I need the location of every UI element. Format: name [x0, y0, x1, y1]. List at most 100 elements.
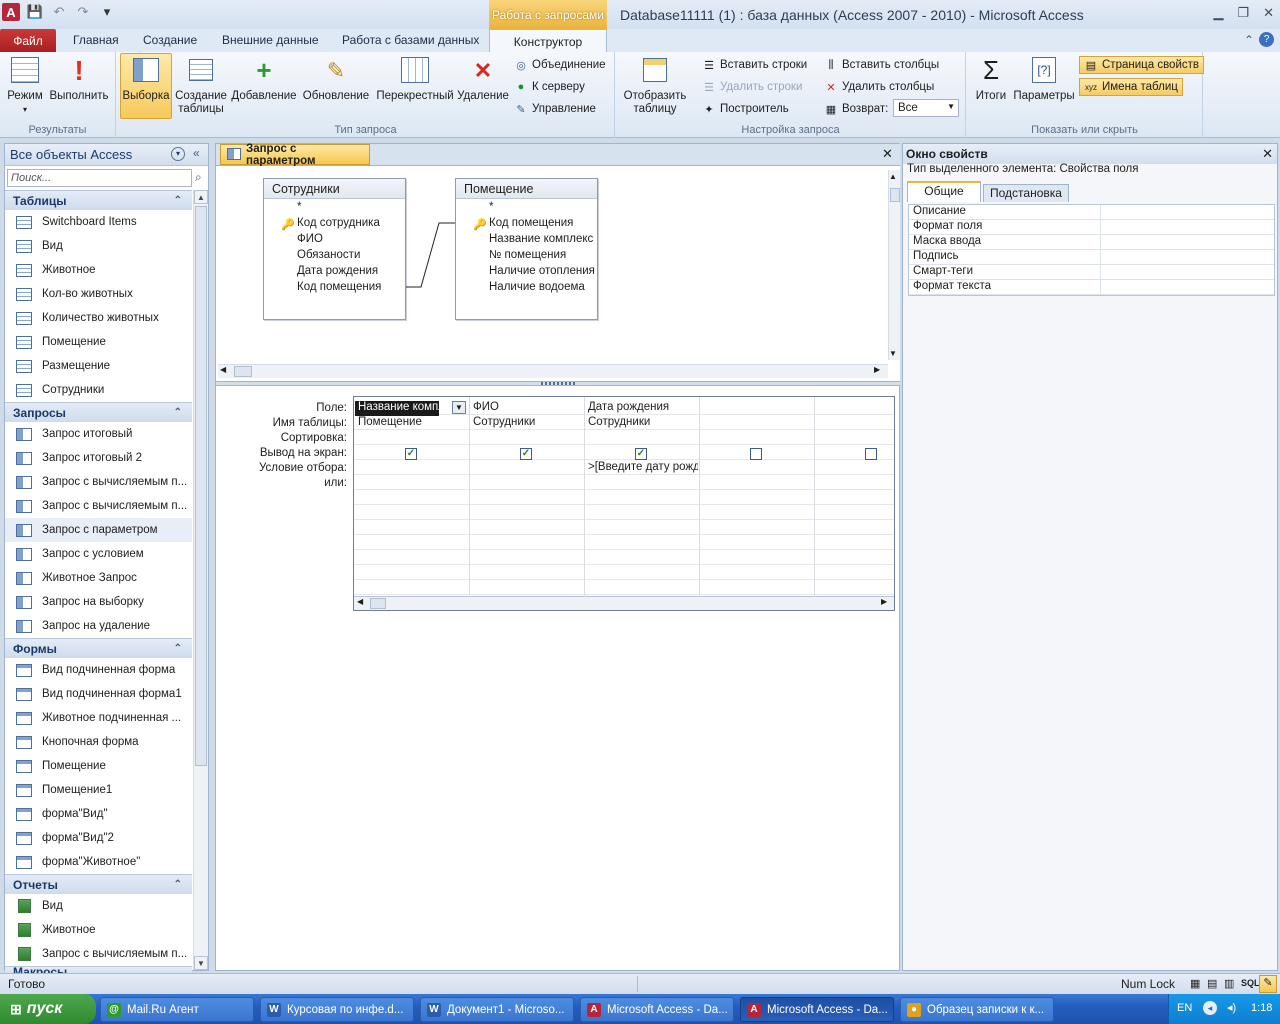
nav-item[interactable]: Запрос с вычисляемым п...	[5, 942, 192, 966]
grid-field-cell[interactable]	[700, 401, 813, 416]
nav-section-header[interactable]: Отчеты ⌃	[5, 874, 192, 894]
nav-section-header[interactable]: Таблицы ⌃	[5, 190, 192, 210]
volume-icon[interactable]: ◂)	[1227, 1001, 1236, 1014]
query-design-grid[interactable]: ◀ ▶ ▼ Название комплеПомещение ✓ ФИОСотрудн…	[353, 396, 895, 611]
nav-item[interactable]: Животное	[5, 258, 192, 282]
grid-criteria-cell[interactable]	[700, 461, 813, 476]
collapse-chevron-icon[interactable]: ⌃	[174, 407, 182, 418]
run-button[interactable]: ! Выполнить	[47, 54, 111, 103]
scroll-down-icon[interactable]: ▼	[889, 349, 897, 358]
nav-item[interactable]: Запрос на выборку	[5, 590, 192, 614]
customize-qat-icon[interactable]: ▾	[98, 3, 116, 21]
nav-item[interactable]: Сотрудники	[5, 378, 192, 402]
scroll-up-icon[interactable]: ▲	[889, 172, 897, 181]
scroll-thumb[interactable]	[195, 206, 207, 766]
design-view-icon[interactable]: ✎	[1259, 975, 1277, 993]
property-row[interactable]: Подпись	[909, 250, 1274, 265]
taskbar-button[interactable]: @ Mail.Ru Агент	[100, 997, 254, 1022]
grid-criteria-cell[interactable]: >[Введите дату рожд	[585, 461, 698, 476]
nav-item[interactable]: Помещение	[5, 754, 192, 778]
search-icon[interactable]: ⌕	[195, 170, 202, 185]
crosstab-query-button[interactable]: Перекрестный	[374, 54, 456, 103]
pass-through-button[interactable]: ● К серверу	[514, 80, 585, 94]
scroll-down-icon[interactable]: ▼	[194, 956, 208, 970]
doc-tab-query[interactable]: Запрос с параметром	[220, 143, 370, 167]
nav-item[interactable]: Запрос на удаление	[5, 614, 192, 638]
pivot-table-icon[interactable]: ▤	[1207, 977, 1217, 990]
redo-icon[interactable]: ↷	[74, 3, 92, 21]
nav-item[interactable]: Запрос итоговый 2	[5, 446, 192, 470]
scroll-thumb[interactable]	[890, 188, 900, 202]
grid-criteria-cell[interactable]	[355, 461, 468, 476]
nav-item[interactable]: Запрос с вычисляемым п...	[5, 494, 192, 518]
mode-button[interactable]: Режим ▾	[3, 54, 47, 116]
grid-field-cell[interactable]: Название компле	[355, 401, 439, 416]
make-table-query-button[interactable]: Создание таблицы	[174, 54, 228, 116]
show-checkbox[interactable]: ✓	[405, 448, 417, 460]
tab-general[interactable]: Общие	[907, 181, 981, 202]
tab-database-tools[interactable]: Работа с базами данных	[342, 33, 479, 47]
collapse-chevron-icon[interactable]: ⌃	[174, 879, 182, 890]
grid-field-cell[interactable]: Дата рождения	[585, 401, 698, 416]
select-query-button[interactable]: Выборка	[120, 53, 172, 119]
nav-item[interactable]: Животное	[5, 918, 192, 942]
taskbar-button[interactable]: W Документ1 - Microso...	[420, 997, 574, 1022]
nav-section-header[interactable]: Формы ⌃	[5, 638, 192, 658]
grid-hscroll[interactable]: ◀ ▶	[354, 596, 894, 610]
collapse-chevron-icon[interactable]: ⌃	[174, 643, 182, 654]
close-doc-icon[interactable]: ✕	[882, 146, 893, 162]
grid-table-cell[interactable]	[700, 416, 813, 431]
scroll-thumb[interactable]	[234, 366, 252, 377]
show-checkbox[interactable]: ✓	[635, 448, 647, 460]
grid-field-cell[interactable]: ФИО	[470, 401, 583, 416]
property-sheet-button[interactable]: ▤ Страница свойств	[1079, 56, 1204, 74]
nav-item[interactable]: Switchboard Items	[5, 210, 192, 234]
nav-item[interactable]: Вид подчиненная форма	[5, 658, 192, 682]
scroll-left-icon[interactable]: ◀	[220, 365, 226, 374]
nav-item[interactable]: Запрос с параметром	[5, 518, 192, 542]
nav-item[interactable]: Вид подчиненная форма1	[5, 682, 192, 706]
table-names-button[interactable]: xyz Имена таблиц	[1079, 78, 1183, 96]
collapse-pane-icon[interactable]: «	[193, 146, 200, 160]
taskbar-button[interactable]: A Microsoft Access - Da...	[580, 997, 734, 1022]
help-icon[interactable]: ?	[1259, 32, 1274, 47]
close-icon[interactable]: ✕	[1262, 146, 1273, 162]
start-button[interactable]: ⊞ пуск	[0, 994, 96, 1024]
grid-table-cell[interactable]: Сотрудники	[470, 416, 583, 431]
nav-item[interactable]: форма"Вид"	[5, 802, 192, 826]
sql-view-button[interactable]: SQL	[1241, 978, 1260, 988]
tab-file[interactable]: Файл	[0, 29, 56, 52]
tab-create[interactable]: Создание	[143, 33, 197, 47]
append-query-button[interactable]: + Добавление	[230, 54, 298, 103]
nav-search-input[interactable]: Поиск... ⌕	[7, 169, 202, 187]
nav-item[interactable]: Кол-во животных	[5, 282, 192, 306]
show-table-button[interactable]: Отобразить таблицу	[620, 54, 690, 116]
nav-item[interactable]: форма"Вид"2	[5, 826, 192, 850]
nav-item[interactable]: Размещение	[5, 354, 192, 378]
tab-external-data[interactable]: Внешние данные	[222, 33, 319, 47]
tray-app-icon[interactable]: ◂	[1203, 1001, 1217, 1015]
update-query-button[interactable]: ✎ Обновление	[300, 54, 372, 103]
union-query-button[interactable]: ◎ Объединение	[514, 58, 605, 72]
insert-columns-button[interactable]: ⫼ Вставить столбцы	[824, 58, 939, 72]
nav-menu-chevron-icon[interactable]: ▾	[171, 147, 185, 161]
nav-item[interactable]: Помещение	[5, 330, 192, 354]
pivot-chart-icon[interactable]: ▥	[1224, 977, 1234, 990]
scroll-thumb[interactable]	[370, 598, 386, 609]
builder-button[interactable]: ✦ Построитель	[702, 102, 788, 116]
scroll-left-icon[interactable]: ◀	[357, 597, 363, 606]
nav-item[interactable]: Вид	[5, 894, 192, 918]
nav-item[interactable]: Животное подчиненная ...	[5, 706, 192, 730]
nav-item[interactable]: Запрос с вычисляемым п...	[5, 470, 192, 494]
grid-table-cell[interactable]: Помещение	[355, 416, 468, 431]
data-definition-button[interactable]: ✎ Управление	[514, 102, 596, 116]
scroll-up-icon[interactable]: ▲	[194, 190, 208, 204]
delete-rows-button[interactable]: ☰ Удалить строки	[702, 80, 802, 94]
pane-splitter[interactable]	[216, 381, 900, 386]
nav-item[interactable]: Количество животных	[5, 306, 192, 330]
table-pane-hscroll[interactable]: ◀ ▶	[218, 364, 888, 378]
insert-rows-button[interactable]: ☰ Вставить строки	[702, 58, 807, 72]
property-row[interactable]: Формат поля	[909, 220, 1274, 235]
tab-home[interactable]: Главная	[73, 33, 119, 47]
show-checkbox[interactable]	[865, 448, 877, 460]
